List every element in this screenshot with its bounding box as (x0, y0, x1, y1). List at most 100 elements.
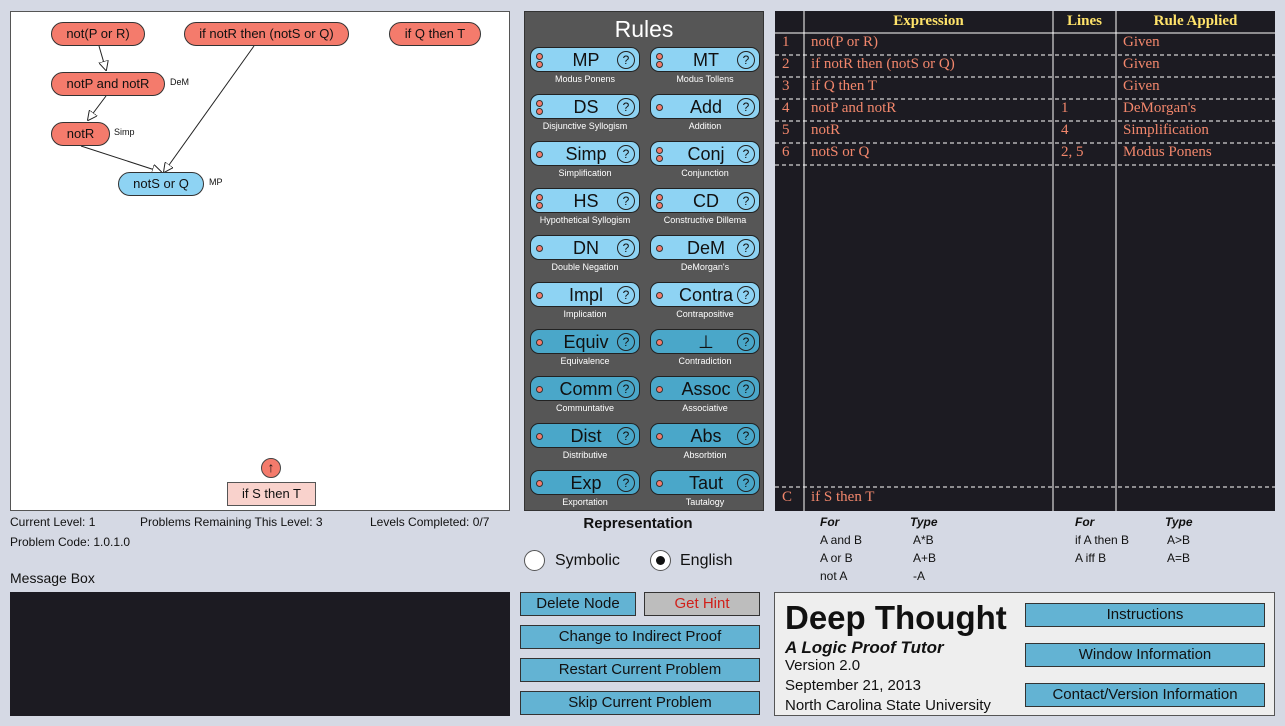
rule-button[interactable]: Comm? (530, 376, 640, 401)
help-icon[interactable]: ? (737, 286, 755, 304)
rule-input-dots-icon (536, 53, 544, 68)
proof-rule: Given (1123, 56, 1160, 72)
rule-full-name: Associative (682, 403, 728, 413)
proof-expression: if notR then (notS or Q) (811, 56, 955, 72)
rule-button[interactable]: DN? (530, 235, 640, 260)
contact-version-button[interactable]: Contact/Version Information (1025, 683, 1265, 707)
input-dot-icon (536, 386, 543, 393)
delete-node-button[interactable]: Delete Node (520, 592, 636, 616)
skip-problem-button[interactable]: Skip Current Problem (520, 691, 760, 715)
proof-workspace[interactable]: not(P or R) if notR then (notS or Q) if … (10, 11, 510, 511)
rule-abbreviation: Abs (690, 426, 722, 446)
app-version: Version 2.0 (785, 657, 861, 674)
rule-button[interactable]: Equiv? (530, 329, 640, 354)
rule-input-dots-icon (656, 382, 664, 396)
rule-button[interactable]: Conj? (650, 141, 760, 166)
instructions-button[interactable]: Instructions (1025, 603, 1265, 627)
rule-button[interactable]: Abs? (650, 423, 760, 448)
window-information-button[interactable]: Window Information (1025, 643, 1265, 667)
rule-button[interactable]: Dist? (530, 423, 640, 448)
rule-button[interactable]: DeM? (650, 235, 760, 260)
rule-full-name: DeMorgan's (680, 262, 730, 272)
node-notp-and-notr[interactable]: notP and notR (51, 72, 165, 96)
legend-type: A=B (1167, 551, 1191, 565)
input-dot-icon (656, 386, 663, 393)
rule-4: Simp? Simplification (530, 141, 640, 187)
proof-expression: not(P or R) (811, 34, 878, 50)
rule-input-dots-icon (536, 194, 544, 209)
rule-full-name: Contrapositive (676, 309, 734, 319)
rule-button[interactable]: CD? (650, 188, 760, 213)
help-icon[interactable]: ? (617, 239, 635, 257)
help-icon[interactable]: ? (737, 427, 755, 445)
get-hint-button[interactable]: Get Hint (644, 592, 760, 616)
proof-line-number: 5 (782, 122, 790, 138)
symbolic-radio[interactable] (524, 550, 545, 571)
help-icon[interactable]: ? (737, 98, 755, 116)
rule-button[interactable]: Add? (650, 94, 760, 119)
rule-input-dots-icon (656, 53, 664, 68)
help-icon[interactable]: ? (617, 333, 635, 351)
help-icon[interactable]: ? (617, 192, 635, 210)
english-radio[interactable] (650, 550, 671, 571)
help-icon[interactable]: ? (617, 427, 635, 445)
up-arrow-icon[interactable]: ↑ (261, 458, 281, 478)
node-notr[interactable]: notR (51, 122, 110, 146)
help-icon[interactable]: ? (617, 51, 635, 69)
message-box-label: Message Box (10, 570, 95, 586)
rule-button[interactable]: MP? (530, 47, 640, 72)
rule-5: Conj? Conjunction (650, 141, 760, 187)
rule-10: Impl? Implication (530, 282, 640, 328)
input-dot-icon (536, 339, 543, 346)
rule-button[interactable]: Assoc? (650, 376, 760, 401)
proof-line-number: 2 (782, 56, 790, 72)
rule-input-dots-icon (656, 288, 664, 302)
rule-button[interactable]: Exp? (530, 470, 640, 495)
help-icon[interactable]: ? (737, 474, 755, 492)
input-dot-icon (536, 194, 543, 201)
node-nots-or-q[interactable]: notS or Q (118, 172, 204, 196)
help-icon[interactable]: ? (737, 51, 755, 69)
rule-17: Abs? Absorbtion (650, 423, 760, 469)
rule-15: Assoc? Associative (650, 376, 760, 422)
help-icon[interactable]: ? (737, 192, 755, 210)
node-if-notr-then[interactable]: if notR then (notS or Q) (184, 22, 349, 46)
help-icon[interactable]: ? (617, 380, 635, 398)
proof-rule: Modus Ponens (1123, 144, 1212, 160)
help-icon[interactable]: ? (737, 380, 755, 398)
rule-input-dots-icon (536, 100, 544, 115)
help-icon[interactable]: ? (617, 474, 635, 492)
input-dot-icon (536, 151, 543, 158)
rule-full-name: Equivalence (560, 356, 610, 366)
help-icon[interactable]: ? (617, 98, 635, 116)
rule-button[interactable]: Impl? (530, 282, 640, 307)
rule-button[interactable]: MT? (650, 47, 760, 72)
rule-button[interactable]: ⊥? (650, 329, 760, 354)
rule-button[interactable]: Simp? (530, 141, 640, 166)
rule-button[interactable]: Taut? (650, 470, 760, 495)
rule-button[interactable]: HS? (530, 188, 640, 213)
help-icon[interactable]: ? (737, 239, 755, 257)
node-not-p-or-r[interactable]: not(P or R) (51, 22, 145, 46)
change-indirect-proof-button[interactable]: Change to Indirect Proof (520, 625, 760, 649)
help-icon[interactable]: ? (737, 145, 755, 163)
rule-input-dots-icon (656, 100, 664, 114)
rule-button[interactable]: DS? (530, 94, 640, 119)
message-box (10, 592, 510, 716)
help-icon[interactable]: ? (737, 333, 755, 351)
input-dot-icon (536, 202, 543, 209)
symbolic-label: Symbolic (555, 552, 620, 569)
node-if-q-then-t[interactable]: if Q then T (389, 22, 481, 46)
rule-8: DN? Double Negation (530, 235, 640, 281)
rule-input-dots-icon (536, 335, 544, 349)
proof-line-number: 6 (782, 144, 790, 160)
rule-button[interactable]: Contra? (650, 282, 760, 307)
help-icon[interactable]: ? (617, 286, 635, 304)
app-subtitle: A Logic Proof Tutor (785, 638, 944, 657)
goal-node[interactable]: if S then T (227, 482, 316, 506)
rule-full-name: Double Negation (551, 262, 619, 272)
header-expression: Expression (893, 13, 964, 29)
help-icon[interactable]: ? (617, 145, 635, 163)
problem-code: Problem Code: 1.0.1.0 (10, 535, 131, 549)
restart-problem-button[interactable]: Restart Current Problem (520, 658, 760, 682)
